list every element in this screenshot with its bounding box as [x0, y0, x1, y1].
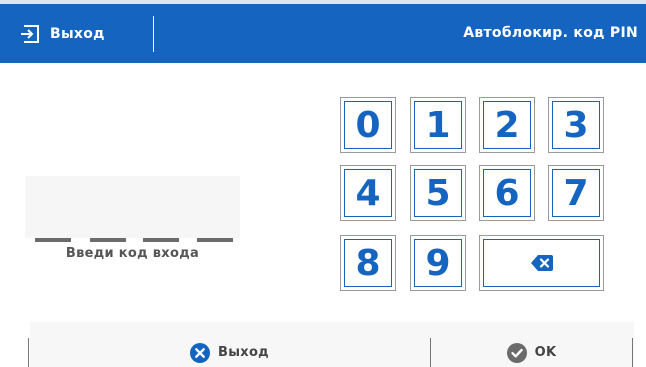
header-bar: Выход Автоблокир. код PIN [0, 4, 646, 63]
pin-display-background [25, 176, 240, 238]
backspace-icon [530, 255, 553, 271]
keypad-key-4[interactable]: 4 [340, 165, 396, 221]
keypad-key-2[interactable]: 2 [479, 97, 535, 153]
keypad-key-9[interactable]: 9 [410, 235, 466, 291]
header-exit-label: Выход [50, 25, 105, 42]
pin-prompt-label: Введи код входа [65, 246, 200, 261]
pin-slot [143, 238, 179, 242]
keypad-key-5[interactable]: 5 [410, 165, 466, 221]
header-divider [153, 16, 154, 52]
footer-ok-button[interactable]: OK [431, 338, 632, 367]
footer-ok-label: OK [534, 345, 557, 360]
header-exit-button[interactable]: Выход [20, 4, 105, 63]
page-title: Автоблокир. код PIN [463, 25, 638, 41]
checkmark-icon [506, 342, 527, 363]
keypad-backspace-button[interactable] [479, 235, 604, 291]
exit-icon [21, 24, 39, 43]
keypad-key-8[interactable]: 8 [340, 235, 396, 291]
keypad-key-6[interactable]: 6 [479, 165, 535, 221]
keypad-key-0[interactable]: 0 [340, 97, 396, 153]
pin-slot [197, 238, 233, 242]
footer-exit-label: Выход [218, 345, 269, 360]
cancel-icon [190, 342, 210, 363]
pin-entry-display [25, 176, 240, 242]
pin-slot [35, 238, 71, 242]
keypad-key-1[interactable]: 1 [410, 97, 466, 153]
keypad-key-7[interactable]: 7 [548, 165, 604, 221]
footer-divider-right [632, 338, 633, 367]
pin-slot [90, 238, 126, 242]
footer-exit-button[interactable]: Выход [29, 338, 430, 367]
keypad-key-3[interactable]: 3 [548, 97, 604, 153]
